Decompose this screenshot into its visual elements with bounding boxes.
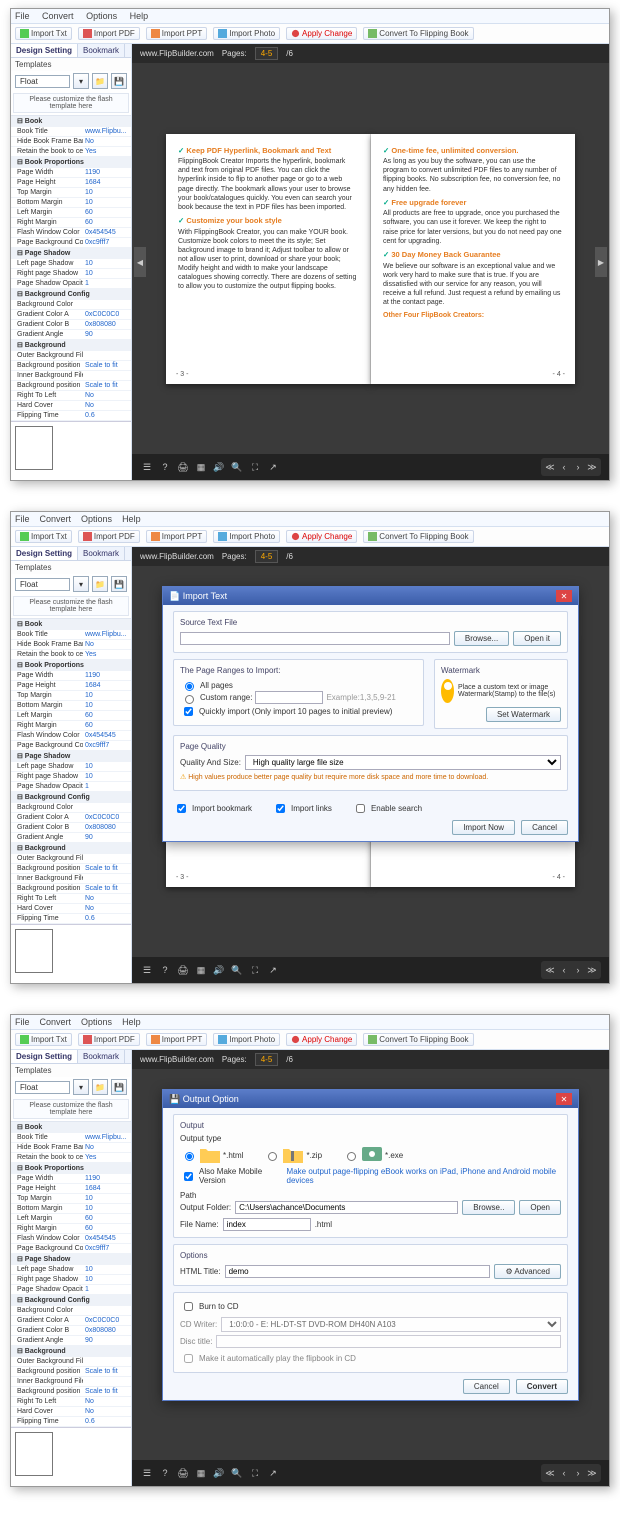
property-table: ⊟ BookBook Titlewww.Flipbu...Hide Book F… xyxy=(11,115,131,421)
import-photo-button[interactable]: Import Photo xyxy=(213,27,280,40)
close-button[interactable]: ✕ xyxy=(556,590,572,602)
index-icon[interactable]: ☰ xyxy=(140,460,154,474)
import-now-button[interactable]: Import Now xyxy=(452,820,515,835)
quality-select[interactable]: High quality large file size xyxy=(245,755,561,770)
page-left: Keep PDF Hyperlink, Bookmark and TextFli… xyxy=(166,134,371,384)
pages-label: Pages: xyxy=(222,49,247,58)
left-panel: Design SettingBookmark Templates Float ▾… xyxy=(11,44,132,480)
preview-area: www.FlipBuilder.com Pages: 4-5 /6 ◀ ▶ Ke… xyxy=(132,44,609,480)
thumbs-icon[interactable]: ▦ xyxy=(194,460,208,474)
apply-icon xyxy=(291,29,300,38)
close-button[interactable]: ✕ xyxy=(556,1093,572,1105)
templates-label: Templates xyxy=(11,58,131,71)
fullscreen-icon[interactable]: ⛶ xyxy=(248,460,262,474)
print-icon[interactable]: 🖨 xyxy=(176,460,190,474)
quick-import-checkbox[interactable]: Quickly import (Only import 10 pages to … xyxy=(180,704,417,719)
convert-button[interactable]: Convert xyxy=(516,1379,568,1394)
ppt-icon xyxy=(151,29,160,38)
window-import: FileConvertOptionsHelp Import Txt Import… xyxy=(10,511,610,984)
autoplay-checkbox[interactable]: Make it automatically play the flipbook … xyxy=(180,1351,561,1366)
toolbar: Import Txt Import PDF Import PPT Import … xyxy=(11,24,609,44)
menu-help[interactable]: Help xyxy=(130,11,149,21)
template-open-button[interactable]: 📁 xyxy=(92,73,108,89)
import-txt-button[interactable]: Import Txt xyxy=(15,27,72,40)
window-output: FileConvertOptionsHelp Import Txt Import… xyxy=(10,1014,610,1487)
book: Keep PDF Hyperlink, Bookmark and TextFli… xyxy=(132,63,609,454)
browse-button[interactable]: Browse.. xyxy=(462,1200,515,1215)
menu-convert[interactable]: Convert xyxy=(42,11,74,21)
next-edge-button[interactable]: ▶ xyxy=(595,247,607,277)
quality-warning: High values produce better page quality … xyxy=(180,770,561,784)
set-watermark-button[interactable]: Set Watermark xyxy=(486,707,561,722)
preview-controls: ☰ ? 🖨 ▦ 🔊 🔍 ⛶ ↗ ≪ ‹ › ≫ xyxy=(132,454,609,480)
help-icon[interactable]: ? xyxy=(158,460,172,474)
open-button[interactable]: Open xyxy=(519,1200,561,1215)
output-exe-radio[interactable]: *.exe xyxy=(342,1147,403,1163)
import-dialog: 📄 Import Text ✕ Source Text File Browse..… xyxy=(162,586,579,842)
tab-bookmark[interactable]: Bookmark xyxy=(78,44,125,57)
window-main: File Convert Options Help Import Txt Imp… xyxy=(10,8,610,481)
cd-writer-select[interactable]: 1:0:0:0 - E: HL-DT-ST DVD-ROM DH40N A103 xyxy=(221,1317,561,1332)
advanced-button[interactable]: ⚙ Advanced xyxy=(494,1264,561,1279)
import-bookmark-checkbox[interactable]: Import bookmark xyxy=(173,801,252,816)
menu-options[interactable]: Options xyxy=(86,11,117,21)
template-apply-button[interactable]: ▾ xyxy=(73,73,89,89)
last-button[interactable]: ≫ xyxy=(585,460,599,474)
output-folder-input[interactable] xyxy=(235,1201,458,1214)
pdf-icon xyxy=(83,29,92,38)
template-select[interactable]: Float xyxy=(15,75,70,88)
template-save-button[interactable]: 💾 xyxy=(111,73,127,89)
browse-button[interactable]: Browse... xyxy=(454,631,509,646)
brand: www.FlipBuilder.com xyxy=(140,49,214,58)
burn-cd-checkbox[interactable]: Burn to CD xyxy=(180,1299,561,1314)
thumbnail[interactable] xyxy=(15,426,53,470)
tab-design[interactable]: Design Setting xyxy=(11,44,78,57)
menu-file[interactable]: File xyxy=(15,11,30,21)
prev-edge-button[interactable]: ◀ xyxy=(134,247,146,277)
cancel-button[interactable]: Cancel xyxy=(521,820,568,835)
open-button[interactable]: Open it xyxy=(513,631,561,646)
all-pages-radio[interactable]: All pages xyxy=(180,679,417,691)
output-dialog: 💾 Output Option✕ Output Output type *.ht… xyxy=(162,1089,579,1401)
page-input[interactable]: 4-5 xyxy=(255,47,279,60)
output-zip-radio[interactable]: *.zip xyxy=(263,1147,322,1163)
text-icon xyxy=(20,29,29,38)
page-total: /6 xyxy=(286,49,293,58)
enable-search-checkbox[interactable]: Enable search xyxy=(352,801,422,816)
template-hint: Please customize the flash template here xyxy=(13,93,129,113)
html-title-input[interactable] xyxy=(225,1265,491,1278)
source-label: Source Text File xyxy=(180,618,561,627)
disc-title-input[interactable] xyxy=(216,1335,561,1348)
zoom-icon[interactable]: 🔍 xyxy=(230,460,244,474)
next-button[interactable]: › xyxy=(571,460,585,474)
convert-book-button[interactable]: Convert To Flipping Book xyxy=(363,27,473,40)
import-links-checkbox[interactable]: Import links xyxy=(272,801,332,816)
share-icon[interactable]: ↗ xyxy=(266,460,280,474)
apply-change-button[interactable]: Apply Change xyxy=(286,27,357,40)
import-pdf-button[interactable]: Import PDF xyxy=(78,27,140,40)
custom-range-radio[interactable]: Custom range: Example:1,3,5,9-21 xyxy=(180,691,417,704)
source-file-input[interactable] xyxy=(180,632,450,645)
sound-icon[interactable]: 🔊 xyxy=(212,460,226,474)
convert-icon xyxy=(368,29,377,38)
filename-input[interactable] xyxy=(223,1218,311,1231)
cancel-button[interactable]: Cancel xyxy=(463,1379,510,1394)
import-ppt-button[interactable]: Import PPT xyxy=(146,27,207,40)
dialog-title: 📄 Import Text xyxy=(169,591,227,602)
first-button[interactable]: ≪ xyxy=(543,460,557,474)
prev-button[interactable]: ‹ xyxy=(557,460,571,474)
page-right: One-time fee, unlimited conversion.As lo… xyxy=(371,134,575,384)
output-html-radio[interactable]: *.html xyxy=(180,1147,243,1163)
watermark-icon xyxy=(441,679,454,703)
photo-icon xyxy=(218,29,227,38)
menubar: File Convert Options Help xyxy=(11,9,609,24)
